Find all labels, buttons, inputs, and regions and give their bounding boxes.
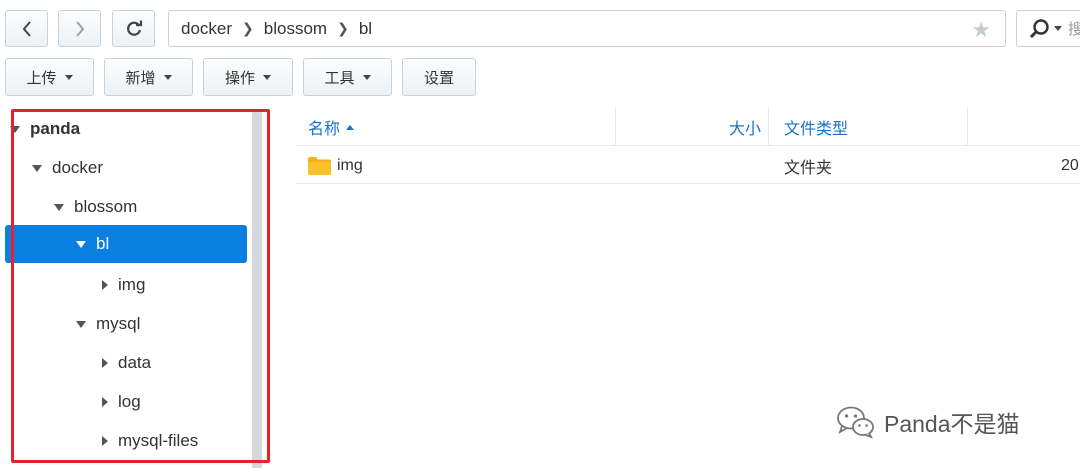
settings-label: 设置 — [423, 69, 454, 87]
create-button[interactable]: 新增 — [104, 58, 193, 96]
collapse-triangle-icon[interactable] — [102, 397, 108, 407]
tree-item-label: blossom — [74, 197, 138, 216]
tools-label: 工具 — [324, 69, 355, 87]
expand-triangle-icon[interactable] — [32, 164, 42, 172]
expand-triangle-icon[interactable] — [10, 125, 20, 133]
file-modified-cell: 20 — [1061, 147, 1079, 184]
tree-item-panda[interactable]: panda — [10, 110, 80, 148]
tree-item-label: log — [118, 392, 141, 411]
tree-item-mysql[interactable]: mysql — [76, 305, 140, 343]
refresh-button[interactable] — [112, 10, 155, 47]
forward-button[interactable] — [58, 10, 101, 47]
collapse-triangle-icon[interactable] — [102, 280, 108, 290]
expand-triangle-icon[interactable] — [76, 240, 86, 248]
file-name: img — [337, 156, 363, 174]
file-type-cell: 文件夹 — [784, 147, 832, 184]
tree-item-mysql-files[interactable]: mysql-files — [102, 422, 198, 460]
watermark: Panda不是猫 — [836, 405, 1020, 439]
file-type: 文件夹 — [784, 159, 833, 177]
refresh-icon — [126, 20, 142, 36]
tree-item-img[interactable]: img — [102, 266, 145, 304]
column-header-size[interactable]: 大小 — [616, 108, 761, 146]
tree-item-label: mysql-files — [118, 431, 199, 450]
collapse-triangle-icon[interactable] — [102, 436, 108, 446]
column-header-name[interactable]: 名称 — [308, 108, 355, 146]
path-bar[interactable]: docker ❯ blossom ❯ bl ★ — [168, 10, 1006, 47]
file-modified: 20 — [1061, 156, 1079, 174]
tree-item-bl[interactable]: bl — [5, 225, 247, 263]
collapse-triangle-icon[interactable] — [102, 358, 108, 368]
tree-item-label: docker — [52, 158, 104, 177]
path-segment[interactable]: bl — [359, 19, 372, 39]
search-icon — [1029, 18, 1049, 38]
column-divider[interactable] — [768, 108, 769, 146]
tree-item-label: data — [118, 353, 152, 372]
action-button[interactable]: 操作 — [203, 58, 293, 96]
upload-button[interactable]: 上传 — [5, 58, 94, 96]
path-separator-icon: ❯ — [337, 20, 349, 36]
action-label: 操作 — [224, 69, 255, 87]
watermark-text: Panda不是猫 — [884, 411, 1020, 437]
chevron-down-icon — [263, 74, 271, 80]
search-placeholder: 搜 — [1068, 21, 1080, 38]
file-name-cell: img — [308, 147, 363, 184]
path-segment[interactable]: blossom — [264, 19, 327, 39]
path-separator-icon: ❯ — [242, 20, 254, 36]
chevron-down-icon — [64, 74, 73, 80]
expand-triangle-icon[interactable] — [54, 203, 64, 211]
chevron-down-icon — [1054, 26, 1062, 31]
path-segment[interactable]: docker — [181, 19, 232, 39]
chevron-left-icon — [22, 20, 31, 37]
tree-item-log[interactable]: log — [102, 383, 141, 421]
tree-item-label: img — [118, 275, 146, 294]
create-label: 新增 — [125, 69, 156, 87]
file-list-header: 名称 大小 文件类型 — [296, 108, 1080, 146]
tree-item-label: panda — [30, 119, 81, 138]
file-row[interactable]: img 文件夹 20 — [296, 147, 1080, 184]
chevron-down-icon — [163, 74, 172, 80]
back-button[interactable] — [5, 10, 48, 47]
tree-scrollbar[interactable] — [252, 112, 262, 468]
tree-item-data[interactable]: data — [102, 344, 151, 382]
tree-item-docker[interactable]: docker — [32, 149, 103, 187]
upload-label: 上传 — [26, 69, 57, 87]
tree-item-label: bl — [96, 234, 110, 253]
tools-button[interactable]: 工具 — [303, 58, 392, 96]
column-divider[interactable] — [967, 108, 968, 146]
folder-tree: panda docker blossom bl img mysql data l… — [0, 108, 272, 469]
chevron-down-icon — [362, 74, 371, 80]
sort-ascending-icon — [346, 124, 355, 130]
settings-button[interactable]: 设置 — [402, 58, 476, 96]
star-icon[interactable]: ★ — [971, 17, 991, 43]
chevron-right-icon — [75, 20, 84, 37]
wechat-icon — [837, 406, 874, 439]
tree-item-blossom[interactable]: blossom — [54, 188, 137, 226]
expand-triangle-icon[interactable] — [76, 320, 86, 328]
folder-icon — [308, 156, 331, 175]
search-button[interactable]: 搜 — [1016, 10, 1080, 47]
tree-item-label: mysql — [96, 314, 141, 333]
column-header-type[interactable]: 文件类型 — [784, 108, 848, 146]
